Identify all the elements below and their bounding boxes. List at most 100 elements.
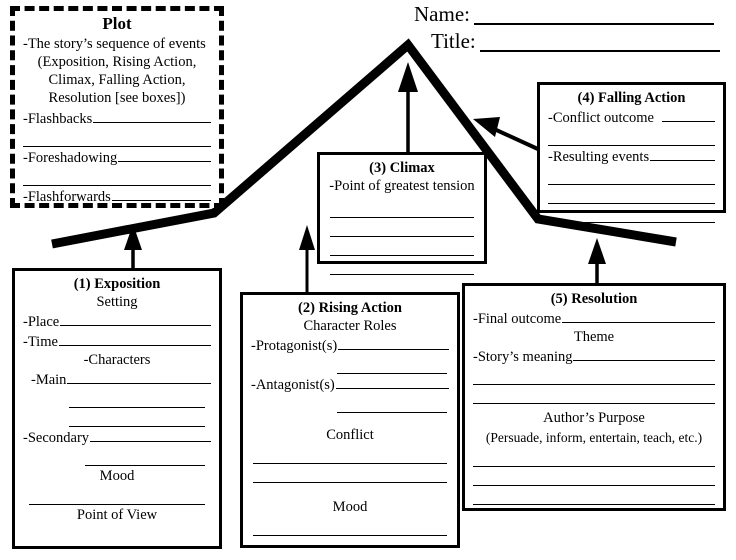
rising-action-box: (2) Rising Action Character Roles -Prota… (240, 292, 460, 548)
plot-field-foreshadowing-input[interactable] (118, 147, 211, 162)
rising-action-mood-label: Mood (332, 499, 368, 515)
title-row: Title: (414, 31, 720, 52)
resolution-field-final-outcome: -Final outcome (473, 308, 715, 328)
rising-action-blank-line-1[interactable] (337, 355, 447, 374)
name-row: Name: (414, 4, 720, 25)
arrow-to-rising-action (299, 225, 315, 292)
rising-action-field-protagonist-label: -Protagonist(s) (251, 338, 338, 354)
falling-action-title: (4) Falling Action (577, 90, 686, 106)
resolution-blank-line-2[interactable] (473, 385, 715, 404)
falling-action-field-resulting-events-label: -Resulting events (548, 149, 650, 165)
plot-box-title: Plot (102, 14, 132, 33)
resolution-field-story-meaning-input[interactable] (573, 346, 715, 361)
name-label: Name: (414, 2, 470, 26)
falling-action-blank-line-3[interactable] (548, 185, 715, 204)
climax-blank-line-4[interactable] (330, 256, 474, 275)
rising-action-blank-line-5[interactable] (253, 517, 447, 536)
falling-action-field-conflict-outcome: -Conflict outcome (548, 107, 715, 127)
exposition-blank-line-2[interactable] (69, 408, 205, 427)
exposition-box: (1) Exposition Setting -Place -Time -Cha… (12, 268, 222, 549)
plot-desc-line-2: (Exposition, Rising Action, (37, 54, 197, 70)
exposition-characters-label: -Characters (83, 352, 151, 368)
plot-blank-line-1[interactable] (23, 128, 211, 147)
climax-blank-line-1[interactable] (330, 199, 474, 218)
plot-field-flashbacks-input[interactable] (93, 108, 211, 123)
falling-action-field-conflict-outcome-input[interactable] (661, 107, 715, 122)
resolution-blank-line-3[interactable] (473, 448, 715, 467)
resolution-box: (5) Resolution -Final outcome Theme -Sto… (462, 283, 726, 511)
arrow-to-resolution (588, 238, 606, 283)
exposition-field-place-input[interactable] (60, 311, 211, 326)
plot-field-foreshadowing: -Foreshadowing (23, 147, 211, 167)
falling-action-box: (4) Falling Action -Conflict outcome -Re… (537, 82, 726, 223)
resolution-field-story-meaning-label: -Story’s meaning (473, 349, 573, 365)
plot-field-flashforwards-input[interactable] (111, 186, 211, 201)
plot-blank-line-2[interactable] (23, 167, 211, 186)
exposition-field-main-label: -Main (31, 372, 67, 388)
exposition-field-secondary: -Secondary (23, 427, 211, 447)
rising-action-field-antagonist-label: -Antagonist(s) (251, 377, 335, 393)
rising-action-field-protagonist: -Protagonist(s) (251, 335, 449, 355)
rising-action-blank-line-3[interactable] (253, 445, 447, 464)
rising-action-blank-line-4[interactable] (253, 464, 447, 483)
exposition-title: (1) Exposition (73, 276, 161, 292)
exposition-pov-label: Point of View (76, 507, 158, 523)
arrow-from-falling-action (473, 117, 541, 152)
plot-field-flashbacks: -Flashbacks (23, 108, 211, 128)
resolution-field-final-outcome-input[interactable] (562, 308, 715, 323)
exposition-mood-label: Mood (99, 468, 135, 484)
exposition-blank-line-4[interactable] (29, 486, 205, 505)
rising-action-field-antagonist-input[interactable] (335, 374, 449, 389)
plot-desc-line-4: Resolution [see boxes]) (48, 90, 186, 106)
exposition-field-secondary-input[interactable] (90, 427, 211, 442)
resolution-title: (5) Resolution (550, 291, 638, 307)
resolution-purpose-label: Author’s Purpose (543, 410, 645, 426)
rising-action-title: (2) Rising Action (298, 300, 402, 316)
resolution-blank-line-5[interactable] (473, 486, 715, 505)
resolution-purpose-sublabel: (Persuade, inform, entertain, teach, etc… (485, 430, 703, 445)
exposition-field-time-input[interactable] (58, 331, 211, 346)
arrow-to-exposition (124, 224, 142, 268)
plot-field-flashbacks-label: -Flashbacks (23, 111, 93, 127)
climax-box: (3) Climax -Point of greatest tension (317, 152, 487, 275)
plot-field-foreshadowing-label: -Foreshadowing (23, 150, 118, 166)
exposition-field-place-label: -Place (23, 314, 60, 330)
plot-field-flashforwards-label: -Flashforwards (23, 189, 111, 205)
climax-blank-line-3[interactable] (330, 237, 474, 256)
exposition-field-place: -Place (23, 311, 211, 331)
resolution-blank-line-1[interactable] (473, 366, 715, 385)
falling-action-blank-line-2[interactable] (548, 166, 715, 185)
climax-blank-line-2[interactable] (330, 218, 474, 237)
exposition-blank-line-3[interactable] (85, 447, 205, 466)
rising-action-subtitle: Character Roles (303, 318, 397, 334)
arrow-to-climax (398, 62, 418, 158)
falling-action-field-conflict-outcome-label: -Conflict outcome (548, 110, 654, 126)
rising-action-field-antagonist: -Antagonist(s) (251, 374, 449, 394)
resolution-field-final-outcome-label: -Final outcome (473, 311, 562, 327)
header-fields: Name: Title: (414, 4, 720, 52)
climax-title: (3) Climax (369, 160, 435, 176)
title-label: Title: (431, 29, 476, 53)
exposition-subtitle: Setting (96, 294, 138, 310)
falling-action-field-resulting-events: -Resulting events (548, 146, 715, 166)
rising-action-blank-line-2[interactable] (337, 394, 447, 413)
resolution-blank-line-4[interactable] (473, 467, 715, 486)
exposition-field-main: -Main (23, 369, 211, 389)
falling-action-blank-line-4[interactable] (548, 204, 715, 223)
falling-action-blank-line-1[interactable] (548, 127, 715, 146)
rising-action-field-protagonist-input[interactable] (338, 335, 449, 350)
resolution-theme-label: Theme (573, 329, 615, 345)
exposition-field-main-input[interactable] (67, 369, 211, 384)
resolution-field-story-meaning: -Story’s meaning (473, 346, 715, 366)
name-input-line[interactable] (473, 6, 714, 25)
plot-box: Plot -The story’s sequence of events (Ex… (10, 6, 224, 208)
exposition-field-time-label: -Time (23, 334, 58, 350)
plot-field-flashforwards: -Flashforwards (23, 186, 211, 206)
plot-desc-line-1: -The story’s sequence of events (23, 36, 206, 52)
title-input-line[interactable] (479, 33, 720, 52)
plot-desc-line-3: Climax, Falling Action, (48, 72, 186, 88)
falling-action-field-resulting-events-input[interactable] (650, 146, 715, 161)
climax-subtitle: -Point of greatest tension (329, 178, 475, 194)
exposition-field-secondary-label: -Secondary (23, 430, 90, 446)
exposition-blank-line-1[interactable] (69, 389, 205, 408)
